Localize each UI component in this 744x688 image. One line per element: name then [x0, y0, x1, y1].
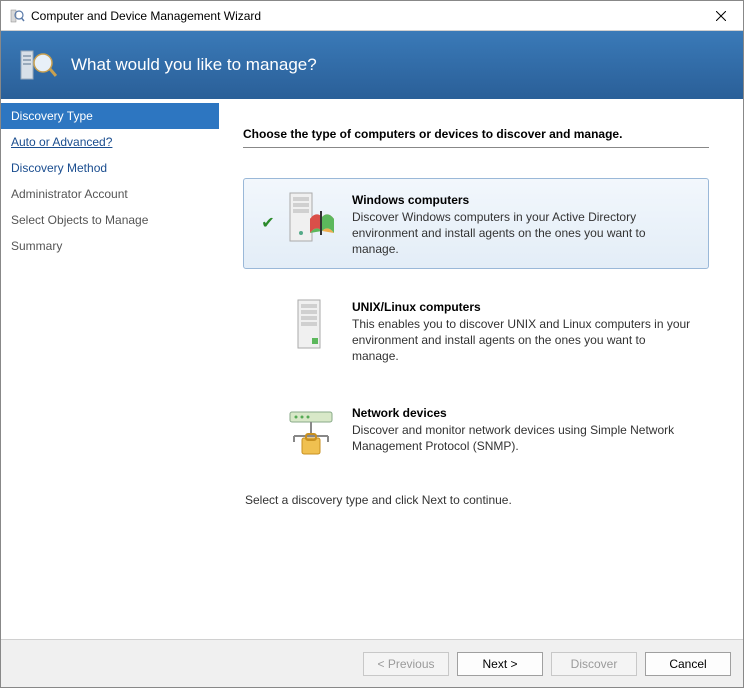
sidebar-item-select-objects[interactable]: Select Objects to Manage — [1, 207, 219, 233]
option-network-devices[interactable]: Network devices Discover and monitor net… — [243, 391, 709, 469]
next-button[interactable]: Next > — [457, 652, 543, 676]
wizard-footer: < Previous Next > Discover Cancel — [1, 639, 743, 687]
wizard-icon — [9, 8, 25, 24]
instruction-text: Choose the type of computers or devices … — [243, 127, 709, 148]
cancel-button[interactable]: Cancel — [645, 652, 731, 676]
option-title: Windows computers — [352, 193, 694, 207]
header-icon — [17, 45, 57, 85]
option-desc: This enables you to discover UNIX and Li… — [352, 316, 694, 365]
sidebar-item-summary[interactable]: Summary — [1, 233, 219, 259]
titlebar: Computer and Device Management Wizard — [1, 1, 743, 31]
network-devices-icon — [284, 402, 338, 458]
header-title: What would you like to manage? — [71, 55, 317, 75]
option-unix-linux-computers[interactable]: UNIX/Linux computers This enables you to… — [243, 285, 709, 376]
option-windows-computers[interactable]: ✔ Windows computers Disc — [243, 178, 709, 269]
sidebar-item-discovery-method[interactable]: Discovery Method — [1, 155, 219, 181]
unix-server-icon — [284, 296, 338, 352]
option-title: UNIX/Linux computers — [352, 300, 694, 314]
sidebar-item-discovery-type[interactable]: Discovery Type — [1, 103, 219, 129]
checkmark-icon: ✔ — [258, 213, 278, 233]
discover-button[interactable]: Discover — [551, 652, 637, 676]
sidebar-item-administrator-account[interactable]: Administrator Account — [1, 181, 219, 207]
hint-text: Select a discovery type and click Next t… — [245, 493, 709, 507]
option-title: Network devices — [352, 406, 694, 420]
wizard-header: What would you like to manage? — [1, 31, 743, 99]
wizard-sidebar: Discovery Type Auto or Advanced? Discove… — [1, 99, 219, 639]
previous-button[interactable]: < Previous — [363, 652, 449, 676]
window-title: Computer and Device Management Wizard — [31, 9, 699, 23]
wizard-main: Choose the type of computers or devices … — [219, 99, 743, 639]
option-desc: Discover Windows computers in your Activ… — [352, 209, 694, 258]
windows-server-icon — [284, 189, 338, 245]
option-desc: Discover and monitor network devices usi… — [352, 422, 694, 454]
close-button[interactable] — [699, 1, 743, 31]
sidebar-item-auto-or-advanced[interactable]: Auto or Advanced? — [1, 129, 219, 155]
